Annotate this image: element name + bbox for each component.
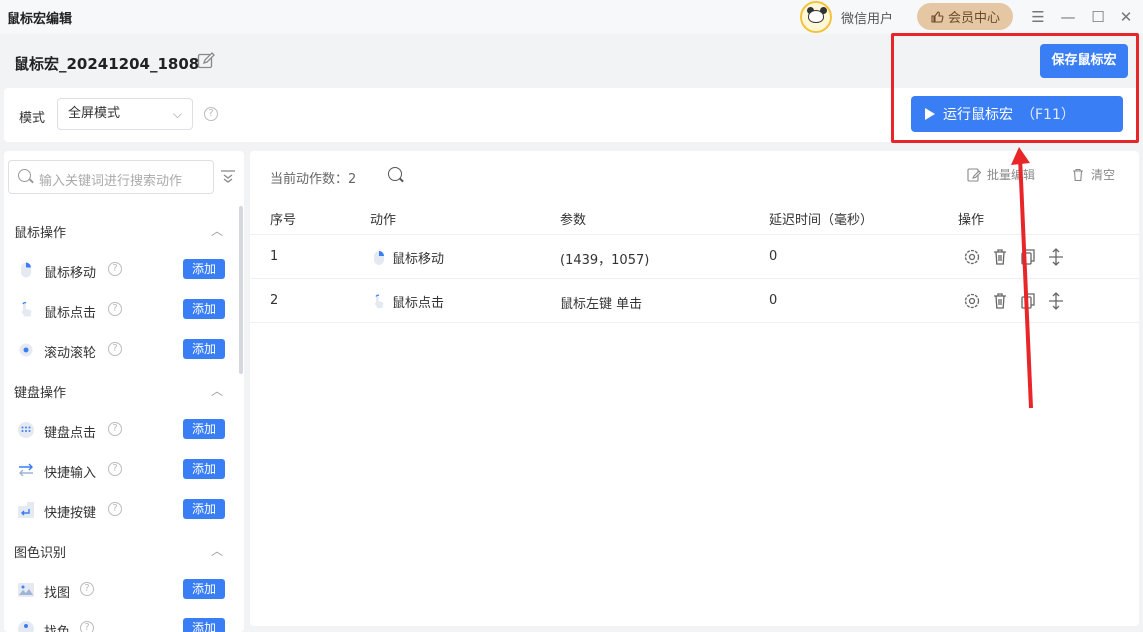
chevron-up-icon[interactable]: ︿ — [210, 542, 224, 558]
add-mouse-move-button[interactable]: 添加 — [183, 259, 225, 279]
save-macro-button[interactable]: 保存鼠标宏 — [1040, 44, 1128, 78]
sidebar-item-mouse-move[interactable]: 鼠标移动 — [44, 262, 96, 281]
add-key-click-button[interactable]: 添加 — [183, 419, 225, 439]
scroll-wheel-icon — [19, 343, 33, 357]
help-icon[interactable]: ? — [80, 621, 94, 632]
category-mouse[interactable]: 鼠标操作 — [14, 222, 66, 241]
edit-icon[interactable] — [197, 52, 215, 70]
sidebar-item-mouse-click[interactable]: 鼠标点击 — [44, 302, 96, 321]
copy-icon[interactable] — [1019, 292, 1037, 310]
batch-edit-label: 批量编辑 — [987, 168, 1036, 182]
trash-icon[interactable] — [991, 292, 1009, 310]
window-title: 鼠标宏编辑 — [7, 12, 73, 27]
mouse-move-icon — [374, 250, 384, 265]
help-icon[interactable]: ? — [108, 342, 122, 356]
clear-label: 清空 — [1091, 168, 1116, 182]
mouse-click-icon — [374, 294, 384, 308]
row-action-label: 鼠标移动 — [392, 252, 445, 267]
add-find-color-button[interactable]: 添加 — [183, 618, 225, 632]
run-hotkey: （F11） — [1021, 107, 1075, 123]
user-name[interactable]: 微信用户 — [841, 8, 893, 27]
help-icon[interactable]: ? — [108, 462, 122, 476]
search-placeholder: 输入关键词进行搜索动作 — [39, 174, 183, 189]
help-icon[interactable]: ? — [80, 582, 94, 596]
clear-button[interactable]: 清空 — [1071, 166, 1115, 183]
batch-edit-icon — [967, 167, 981, 182]
vip-center-label: 会员中心 — [947, 11, 1000, 26]
category-keyboard[interactable]: 键盘操作 — [14, 382, 66, 401]
add-scroll-wheel-button[interactable]: 添加 — [183, 339, 225, 359]
copy-icon[interactable] — [1019, 248, 1037, 266]
sidebar-item-find-color[interactable]: 找色 — [44, 621, 70, 632]
batch-edit-button[interactable]: 批量编辑 — [967, 166, 1035, 183]
help-icon[interactable]: ? — [108, 502, 122, 516]
col-header-action: 动作 — [370, 213, 397, 228]
settings-icon[interactable] — [963, 292, 981, 310]
thumbs-up-icon — [931, 10, 944, 23]
row-action: 鼠标移动 — [372, 248, 444, 267]
mouse-click-icon — [21, 302, 32, 317]
col-header-delay: 延迟时间（毫秒） — [769, 213, 874, 228]
row-action: 鼠标点击 — [372, 292, 444, 311]
add-find-image-button[interactable]: 添加 — [183, 579, 225, 599]
sidebar-item-hotkey[interactable]: 快捷按键 — [44, 502, 96, 521]
mode-select[interactable]: 全屏模式 ⌵ — [57, 98, 193, 130]
action-search-input[interactable]: 输入关键词进行搜索动作 — [8, 160, 214, 194]
sidebar-item-find-image[interactable]: 找图 — [44, 582, 70, 601]
settings-icon[interactable] — [963, 248, 981, 266]
play-icon — [925, 108, 935, 120]
macro-name: 鼠标宏_20241204_1808 — [14, 55, 200, 73]
search-icon[interactable] — [388, 167, 402, 181]
quick-input-icon — [19, 463, 33, 477]
col-header-index: 序号 — [270, 213, 297, 228]
minimize-icon[interactable]: — — [1058, 7, 1078, 27]
trash-icon — [1073, 168, 1083, 181]
collapse-all-icon[interactable] — [220, 168, 236, 184]
sidebar-item-scroll-wheel[interactable]: 滚动滚轮 — [44, 342, 96, 361]
row-param: 鼠标左键 单击 — [560, 297, 643, 312]
drag-handle-icon[interactable] — [1047, 292, 1065, 310]
row-param: (1439，1057) — [560, 253, 650, 268]
mode-select-value: 全屏模式 — [68, 106, 121, 121]
mode-label: 模式 — [19, 111, 46, 126]
image-icon — [18, 583, 34, 597]
add-quick-input-button[interactable]: 添加 — [183, 459, 225, 479]
sidebar-item-quick-input[interactable]: 快捷输入 — [44, 462, 96, 481]
col-header-param: 参数 — [560, 213, 587, 228]
chevron-up-icon[interactable]: ︿ — [210, 382, 224, 398]
row-index: 2 — [270, 293, 279, 308]
chevron-up-icon[interactable]: ︿ — [210, 222, 224, 238]
col-header-ops: 操作 — [958, 213, 985, 228]
hamburger-icon[interactable]: ☰ — [1028, 7, 1048, 27]
close-icon[interactable]: ✕ — [1116, 7, 1136, 27]
add-hotkey-button[interactable]: 添加 — [183, 499, 225, 519]
color-picker-icon — [18, 621, 34, 632]
enter-key-icon — [18, 502, 34, 518]
avatar[interactable] — [800, 1, 832, 33]
maximize-icon[interactable]: ☐ — [1088, 7, 1108, 27]
vip-center-button[interactable]: 会员中心 — [917, 3, 1013, 30]
row-delay: 0 — [769, 249, 778, 264]
help-icon[interactable]: ? — [108, 422, 122, 436]
row-index: 1 — [270, 249, 279, 264]
keyboard-icon — [18, 422, 34, 438]
category-image-color[interactable]: 图色识别 — [14, 542, 66, 561]
search-icon — [18, 169, 31, 182]
chevron-down-icon: ⌵ — [172, 107, 182, 121]
help-icon[interactable]: ? — [108, 262, 122, 276]
sidebar-item-key-click[interactable]: 键盘点击 — [44, 422, 96, 441]
trash-icon[interactable] — [991, 248, 1009, 266]
sidebar-scrollbar[interactable] — [239, 206, 243, 374]
run-macro-label: 运行鼠标宏 — [943, 107, 1013, 123]
run-macro-button[interactable]: 运行鼠标宏 （F11） — [911, 96, 1123, 132]
help-icon[interactable]: ? — [204, 107, 218, 121]
drag-handle-icon[interactable] — [1047, 248, 1065, 266]
help-icon[interactable]: ? — [108, 302, 122, 316]
action-count: 当前动作数：2 — [270, 172, 357, 187]
add-mouse-click-button[interactable]: 添加 — [183, 299, 225, 319]
row-action-label: 鼠标点击 — [392, 296, 445, 311]
row-delay: 0 — [769, 293, 778, 308]
mouse-move-icon — [21, 262, 31, 278]
